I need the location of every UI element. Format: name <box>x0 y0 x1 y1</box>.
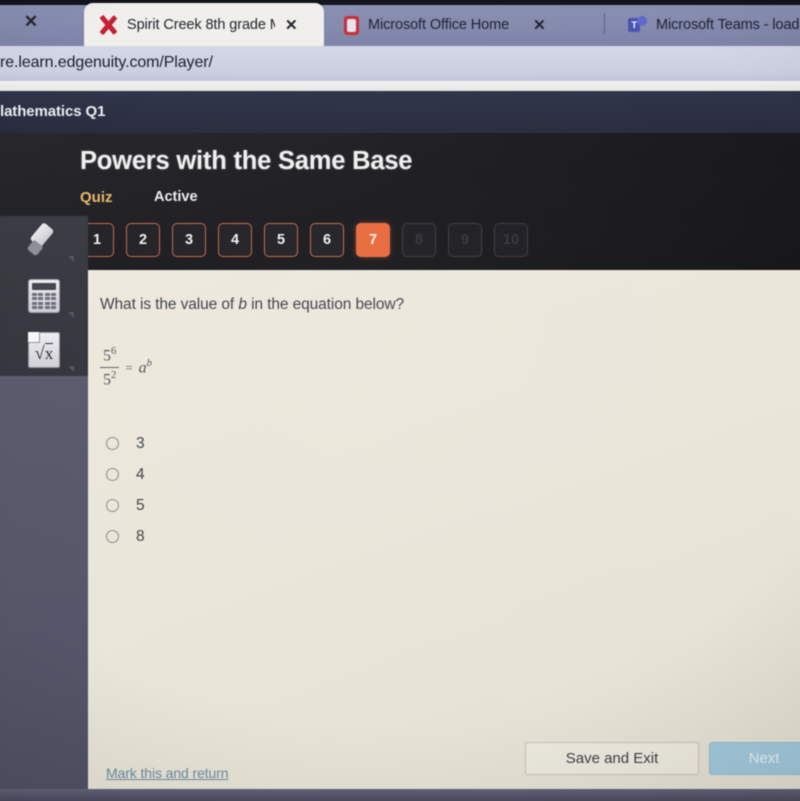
question-number-2[interactable]: 2 <box>126 223 160 257</box>
url-text[interactable]: re.learn.edgenuity.com/Player/ <box>0 54 213 72</box>
tab-close-icon[interactable]: ✕ <box>533 16 546 34</box>
tool-caret-icon <box>68 256 74 262</box>
browser-tab-title: Spirit Creek 8th grade Mathemat <box>127 16 275 33</box>
fraction-numerator: 56 <box>100 346 119 365</box>
next-button[interactable]: Next <box>709 742 800 775</box>
question-number-8: 8 <box>402 223 436 257</box>
edgenuity-x-icon <box>98 15 118 35</box>
prompt-text-before: What is the value of <box>100 296 239 313</box>
browser-address-bar[interactable]: re.learn.edgenuity.com/Player/ <box>0 46 800 81</box>
mark-this-and-return-link[interactable]: Mark this and return <box>106 765 229 781</box>
answer-options-list: 3 4 5 8 <box>106 428 145 552</box>
tool-caret-icon <box>68 366 74 372</box>
browser-tab-title: Microsoft Teams - loading <box>656 16 800 33</box>
teams-letter: T <box>631 19 638 30</box>
fraction: 56 52 <box>100 346 120 390</box>
radio-button-icon[interactable] <box>106 499 119 512</box>
course-nav-bar: lathematics Q1 <box>0 91 800 133</box>
question-number-7-current[interactable]: 7 <box>356 223 390 257</box>
tab-close-icon-leftmost[interactable]: ✕ <box>22 13 40 31</box>
browser-tab-title: Microsoft Office Home <box>368 16 510 33</box>
browser-toolbar-edge <box>0 81 800 91</box>
question-number-3[interactable]: 3 <box>172 223 206 257</box>
answer-option-1[interactable]: 3 <box>106 428 145 459</box>
question-number-list: 1 2 3 4 5 6 7 8 9 10 <box>80 223 528 257</box>
prompt-text-after: in the equation below? <box>246 296 405 313</box>
numerator-exponent: 6 <box>111 346 117 357</box>
page-title: Powers with the Same Base <box>80 147 413 175</box>
question-number-10: 10 <box>494 223 528 257</box>
microsoft-teams-icon: T <box>628 15 647 34</box>
square-root-icon: √x <box>28 332 60 368</box>
tab-separator <box>604 13 605 34</box>
tool-caret-icon <box>68 312 74 318</box>
microsoft-office-icon <box>344 15 359 35</box>
rhs-base: a <box>138 359 147 377</box>
answer-option-label: 5 <box>136 496 145 514</box>
rhs-exponent: b <box>146 358 152 370</box>
equation-right-side: ab <box>139 358 152 377</box>
status-badge: Active <box>154 189 198 205</box>
activity-type-label: Quiz <box>80 189 113 206</box>
calculator-icon <box>28 279 60 313</box>
question-number-5[interactable]: 5 <box>264 223 298 257</box>
radio-button-icon[interactable] <box>106 530 119 543</box>
answer-option-label: 8 <box>136 527 145 545</box>
browser-tab-strip: ✕ Spirit Creek 8th grade Mathemat ✕ Micr… <box>0 0 800 46</box>
highlighter-tool[interactable] <box>22 218 66 262</box>
lesson-header: Powers with the Same Base Quiz Active 1 … <box>0 133 800 270</box>
highlighter-icon <box>26 221 62 257</box>
prompt-variable: b <box>238 296 247 313</box>
answer-option-label: 3 <box>136 434 145 452</box>
formula-sheet-tool[interactable]: √x <box>22 328 66 372</box>
fraction-bar <box>100 367 120 369</box>
equation-display: 56 52 = ab <box>100 346 152 390</box>
question-content-area: What is the value of b in the equation b… <box>88 270 800 801</box>
question-number-4[interactable]: 4 <box>218 223 252 257</box>
answer-option-2[interactable]: 4 <box>106 459 145 490</box>
question-number-9: 9 <box>448 223 482 257</box>
browser-tab-spirit-creek[interactable]: Spirit Creek 8th grade Mathemat ✕ <box>84 3 324 46</box>
radio-button-icon[interactable] <box>106 437 119 450</box>
answer-option-3[interactable]: 5 <box>106 490 145 521</box>
equals-sign: = <box>125 359 133 375</box>
radio-button-icon[interactable] <box>106 468 119 481</box>
denominator-exponent: 2 <box>111 370 117 382</box>
numerator-base: 5 <box>103 347 111 365</box>
tab-close-icon[interactable]: ✕ <box>285 16 298 34</box>
screen-bottom-edge <box>0 789 800 801</box>
page-left-margin <box>0 376 88 801</box>
browser-tab-teams[interactable]: T Microsoft Teams - loading <box>614 3 800 46</box>
browser-screenshot: ✕ Spirit Creek 8th grade Mathemat ✕ Micr… <box>0 0 800 801</box>
tool-rail: √x <box>0 216 88 376</box>
question-prompt: What is the value of b in the equation b… <box>100 296 404 314</box>
denominator-base: 5 <box>103 371 111 389</box>
save-and-exit-button[interactable]: Save and Exit <box>525 742 699 775</box>
course-title: lathematics Q1 <box>0 103 106 120</box>
answer-option-4[interactable]: 8 <box>106 521 145 552</box>
answer-option-label: 4 <box>136 465 145 483</box>
calculator-tool[interactable] <box>22 274 66 318</box>
browser-tab-office-home[interactable]: Microsoft Office Home ✕ <box>330 3 600 46</box>
fraction-denominator: 52 <box>100 370 119 389</box>
question-number-6[interactable]: 6 <box>310 223 344 257</box>
